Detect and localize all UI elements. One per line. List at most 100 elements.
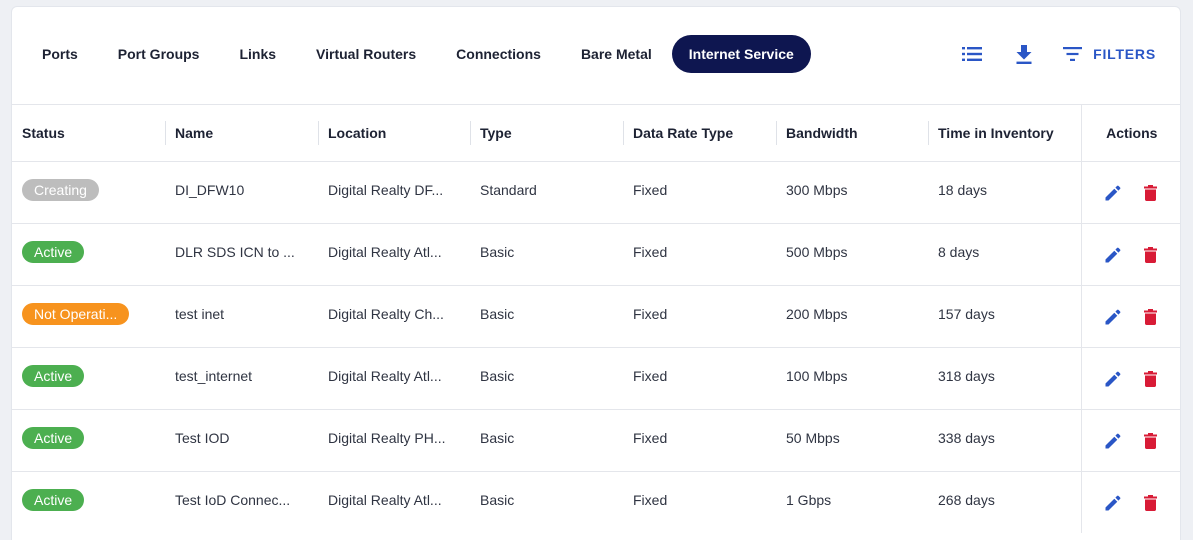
name-cell: Test IoD Connec... <box>165 471 318 533</box>
delete-trash-icon[interactable] <box>1142 308 1160 326</box>
delete-trash-icon[interactable] <box>1142 370 1160 388</box>
data-rate-type: Fixed <box>633 491 668 508</box>
bandwidth-cell: 300 Mbps <box>776 161 928 223</box>
column-header-type[interactable]: Type <box>470 105 623 161</box>
list-view-icon[interactable] <box>961 43 983 65</box>
service-name[interactable]: test_internet <box>175 368 318 384</box>
column-header-data-rate-type[interactable]: Data Rate Type <box>623 105 776 161</box>
tab-links[interactable]: Links <box>219 35 296 73</box>
table-header-row: Status Name Location Type Data Rate Type… <box>12 105 1180 161</box>
service-name[interactable]: DLR SDS ICN to ... <box>175 244 318 260</box>
internet-service-panel: Ports Port Groups Links Virtual Routers … <box>11 6 1181 540</box>
type-cell: Standard <box>470 161 623 223</box>
time-in-inventory-cell: 318 days <box>928 347 1081 409</box>
filters-button[interactable]: FILTERS <box>1061 43 1156 65</box>
delete-trash-icon[interactable] <box>1142 184 1160 202</box>
bandwidth-cell: 50 Mbps <box>776 409 928 471</box>
time-in-inventory-value: 157 days <box>938 305 995 322</box>
column-header-status[interactable]: Status <box>12 105 165 161</box>
table-row[interactable]: Active test_internet Digital Realty Atl.… <box>12 347 1180 409</box>
status-badge: Active <box>22 364 85 387</box>
tab-internet-service[interactable]: Internet Service <box>671 35 811 73</box>
tab-connections[interactable]: Connections <box>436 35 561 73</box>
bandwidth-cell: 100 Mbps <box>776 347 928 409</box>
status-cell: Not Operati... <box>12 285 165 347</box>
row-actions <box>1082 370 1180 388</box>
status-badge: Not Operati... <box>22 302 130 325</box>
row-actions <box>1082 308 1180 326</box>
time-in-inventory-value: 8 days <box>938 243 980 260</box>
download-icon[interactable] <box>1013 43 1035 65</box>
edit-pencil-icon[interactable] <box>1104 370 1122 388</box>
column-header-location[interactable]: Location <box>318 105 470 161</box>
status-cell: Creating <box>12 161 165 223</box>
tab-port-groups[interactable]: Port Groups <box>98 35 220 73</box>
data-rate-type-cell: Fixed <box>623 223 776 285</box>
actions-cell <box>1080 161 1180 223</box>
delete-trash-icon[interactable] <box>1142 432 1160 450</box>
toolbar-actions: FILTERS <box>961 43 1156 65</box>
edit-pencil-icon[interactable] <box>1104 184 1122 202</box>
name-cell: DLR SDS ICN to ... <box>165 223 318 285</box>
service-name[interactable]: Test IoD Connec... <box>175 492 318 508</box>
time-in-inventory-cell: 8 days <box>928 223 1081 285</box>
status-cell: Active <box>12 347 165 409</box>
actions-cell <box>1080 471 1180 533</box>
data-rate-type-cell: Fixed <box>623 285 776 347</box>
filters-label: FILTERS <box>1093 46 1156 62</box>
row-actions <box>1082 246 1180 264</box>
service-type: Basic <box>480 243 515 260</box>
service-name[interactable]: Test IOD <box>175 430 318 446</box>
service-type: Basic <box>480 429 515 446</box>
column-header-name[interactable]: Name <box>165 105 318 161</box>
edit-pencil-icon[interactable] <box>1104 308 1122 326</box>
edit-pencil-icon[interactable] <box>1104 246 1122 264</box>
type-cell: Basic <box>470 347 623 409</box>
tab-bare-metal[interactable]: Bare Metal <box>561 35 672 73</box>
actions-cell <box>1080 285 1180 347</box>
time-in-inventory-value: 338 days <box>938 429 995 446</box>
column-header-actions: Actions <box>1080 105 1180 161</box>
tab-ports[interactable]: Ports <box>22 35 98 73</box>
actions-cell <box>1080 347 1180 409</box>
name-cell: test_internet <box>165 347 318 409</box>
time-in-inventory-value: 18 days <box>938 181 988 198</box>
table-row[interactable]: Creating DI_DFW10 Digital Realty DF... S… <box>12 161 1180 223</box>
time-in-inventory-cell: 18 days <box>928 161 1081 223</box>
table-row[interactable]: Active DLR SDS ICN to ... Digital Realty… <box>12 223 1180 285</box>
time-in-inventory-value: 318 days <box>938 367 995 384</box>
delete-trash-icon[interactable] <box>1142 246 1160 264</box>
edit-pencil-icon[interactable] <box>1104 432 1122 450</box>
time-in-inventory-cell: 157 days <box>928 285 1081 347</box>
service-location: Digital Realty DF... <box>328 181 444 198</box>
type-cell: Basic <box>470 285 623 347</box>
status-badge: Active <box>22 488 85 511</box>
tab-virtual-routers[interactable]: Virtual Routers <box>296 35 436 73</box>
service-location: Digital Realty PH... <box>328 429 446 446</box>
column-header-time-in-inventory[interactable]: Time in Inventory <box>928 105 1081 161</box>
service-type: Basic <box>480 367 515 384</box>
bandwidth-value: 500 Mbps <box>786 243 848 260</box>
column-header-bandwidth[interactable]: Bandwidth <box>776 105 928 161</box>
internet-service-table: Status Name Location Type Data Rate Type… <box>12 105 1180 533</box>
edit-pencil-icon[interactable] <box>1104 494 1122 512</box>
name-cell: test inet <box>165 285 318 347</box>
service-type: Standard <box>480 181 537 198</box>
table-row[interactable]: Active Test IoD Connec... Digital Realty… <box>12 471 1180 533</box>
bandwidth-value: 50 Mbps <box>786 429 840 446</box>
time-in-inventory-cell: 338 days <box>928 409 1081 471</box>
service-location: Digital Realty Atl... <box>328 367 442 384</box>
row-actions <box>1082 432 1180 450</box>
delete-trash-icon[interactable] <box>1142 494 1160 512</box>
service-name[interactable]: DI_DFW10 <box>175 182 318 198</box>
service-name[interactable]: test inet <box>175 306 318 322</box>
location-cell: Digital Realty PH... <box>318 409 470 471</box>
table-row[interactable]: Not Operati... test inet Digital Realty … <box>12 285 1180 347</box>
data-rate-type-cell: Fixed <box>623 409 776 471</box>
row-actions <box>1082 184 1180 202</box>
table-row[interactable]: Active Test IOD Digital Realty PH... Bas… <box>12 409 1180 471</box>
table-body: Creating DI_DFW10 Digital Realty DF... S… <box>12 161 1180 533</box>
type-cell: Basic <box>470 471 623 533</box>
status-cell: Active <box>12 409 165 471</box>
time-in-inventory-cell: 268 days <box>928 471 1081 533</box>
